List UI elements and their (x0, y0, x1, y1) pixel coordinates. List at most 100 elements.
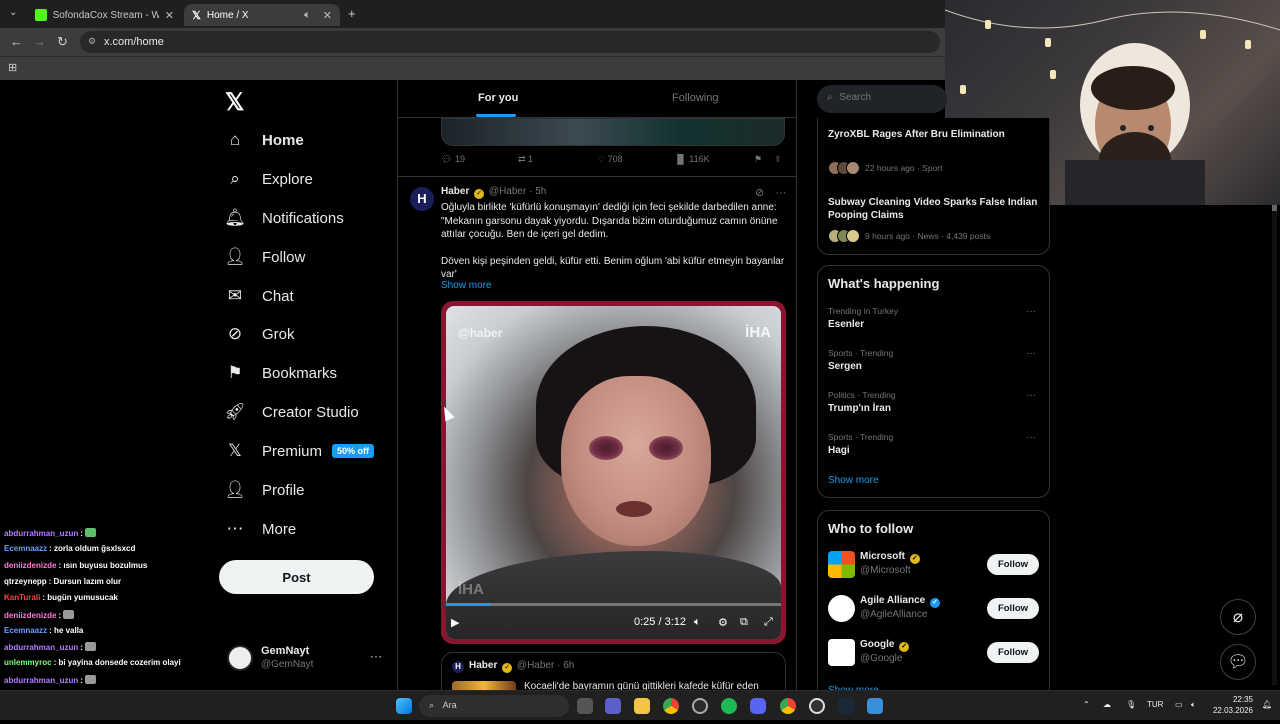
chrome-icon[interactable] (780, 698, 796, 714)
volume-icon[interactable]: 🔈︎ (694, 616, 701, 629)
tweet-author-name[interactable]: Haber (441, 186, 469, 197)
chrome-icon[interactable] (663, 698, 679, 714)
tweet-thumbnail[interactable] (452, 681, 516, 690)
tab-close-icon[interactable]: ✕ (165, 9, 174, 22)
more-dots-icon[interactable]: ··· (370, 649, 382, 663)
speaker-icon[interactable]: 🔈︎ (304, 9, 311, 22)
views-button[interactable]: ▐▌ 116K (674, 154, 710, 164)
clock[interactable]: 22:35 22.03.2026 (1211, 694, 1253, 716)
more-dots-icon[interactable]: ··· (1026, 432, 1036, 443)
sidebar-item-follow[interactable]: 👤︎ Follow (224, 245, 305, 269)
settings-icon[interactable]: ⚙︎ (718, 616, 728, 629)
news-item-title[interactable]: Subway Cleaning Video Sparks False India… (828, 196, 1038, 222)
file-explorer-icon[interactable] (634, 698, 650, 714)
mic-icon[interactable]: 🎙︎ (1126, 700, 1136, 709)
app-icon[interactable] (867, 698, 883, 714)
sidebar-item-bookmarks[interactable]: ⚑ Bookmarks (224, 361, 337, 385)
follow-button[interactable]: Follow (987, 598, 1039, 619)
windows-start-icon[interactable] (396, 698, 412, 714)
fullscreen-icon[interactable]: ⤢ (764, 616, 773, 629)
sidebar-item-premium[interactable]: 𝕏 Premium 50% off (224, 439, 375, 463)
trend-name[interactable]: Hagi (828, 445, 850, 456)
app-icon[interactable] (692, 698, 708, 714)
tray-overflow-icon[interactable]: ⌃ (1083, 700, 1090, 709)
avatar[interactable]: H (452, 661, 464, 673)
tweet-author-name[interactable]: Haber (469, 660, 497, 671)
tab-following[interactable]: Following (672, 92, 718, 104)
tab-for-you[interactable]: For you (478, 92, 518, 104)
x-logo-icon[interactable]: 𝕏 (225, 88, 244, 117)
show-more-link[interactable]: Show more (441, 280, 492, 291)
share-icon[interactable]: ⇪ (774, 154, 782, 165)
tweet-card[interactable]: H Haber ✓ @Haber · 6h Kocaeli'de bayramı… (441, 652, 786, 690)
account-switcher[interactable]: GemNayt @GemNayt ··· (227, 645, 387, 673)
tweet-author-handle[interactable]: @Haber (517, 660, 554, 671)
follow-button[interactable]: Follow (987, 642, 1039, 663)
post-button[interactable]: Post (219, 560, 374, 594)
like-button[interactable]: ♡ 708 (597, 154, 623, 165)
show-more-link[interactable]: Show more (828, 475, 879, 486)
more-dots-icon[interactable]: ··· (1026, 348, 1036, 359)
sidebar-item-notifications[interactable]: 🔔︎ Notifications (224, 206, 344, 230)
reload-icon[interactable]: ↻ (57, 34, 68, 50)
tab-x-home[interactable]: 𝕏 Home / X 🔈︎ ✕ (184, 4, 340, 26)
notification-icon[interactable]: 🔔︎ (1262, 700, 1272, 709)
pip-icon[interactable]: ⧉ (740, 616, 748, 629)
site-info-icon[interactable]: ⚙︎ (88, 36, 96, 47)
trend-name[interactable]: Esenler (828, 319, 864, 330)
tweet-time[interactable]: 5h (535, 186, 546, 197)
avatar[interactable] (828, 595, 855, 622)
taskbar-search[interactable]: ⌕ Ara (419, 695, 569, 717)
news-item-title[interactable]: ZyroXBL Rages After Bru Elimination (828, 128, 1038, 141)
task-view-icon[interactable] (577, 698, 593, 714)
discord-icon[interactable] (750, 698, 766, 714)
trend-name[interactable]: Trump'ın İran (828, 403, 891, 414)
tab-list-icon[interactable]: ⌄ (9, 7, 17, 18)
apps-grid-icon[interactable]: ⊞ (8, 61, 17, 74)
media-player-icon[interactable] (809, 698, 825, 714)
scrollbar[interactable] (1272, 205, 1277, 685)
cloud-icon[interactable]: ☁︎ (1103, 700, 1111, 709)
avatar[interactable] (828, 551, 855, 578)
input-language[interactable]: TUR (1147, 700, 1163, 709)
forward-icon[interactable]: → (33, 34, 46, 49)
sidebar-item-more[interactable]: ⋯ More (224, 517, 297, 541)
volume-icon[interactable]: 🔈︎ (1191, 700, 1196, 710)
follow-suggestion-name[interactable]: Microsoft ✓ (860, 551, 922, 564)
sidebar-item-explore[interactable]: ⌕ Explore (224, 167, 313, 191)
follow-button[interactable]: Follow (987, 554, 1039, 575)
network-icon[interactable]: ▭ (1175, 700, 1183, 709)
sidebar-item-grok[interactable]: ⊘ Grok (224, 322, 295, 346)
previous-tweet-media[interactable] (441, 118, 785, 146)
search-input[interactable]: ⌕ Search (817, 85, 947, 113)
follow-suggestion-name[interactable]: Google ✓ (860, 639, 911, 652)
more-dots-icon[interactable]: ··· (1026, 390, 1036, 401)
video-player[interactable]: @haber İHA İHA ▶ 0:25 / 3:12 🔈︎ ⚙︎ ⧉ ⤢ (441, 301, 786, 644)
avatar[interactable] (828, 639, 855, 666)
grok-icon[interactable]: ⌀ (1220, 599, 1256, 635)
follow-suggestion-name[interactable]: Agile Alliance ✓ (860, 595, 942, 608)
video-progress-bar[interactable] (446, 603, 781, 606)
url-input[interactable]: ⚙︎ x.com/home (80, 31, 940, 53)
video-frame[interactable]: @haber İHA İHA ▶ 0:25 / 3:12 🔈︎ ⚙︎ ⧉ ⤢ (446, 306, 781, 639)
sidebar-item-profile[interactable]: 👤︎ Profile (224, 478, 304, 502)
back-icon[interactable]: ← (10, 34, 23, 49)
more-dots-icon[interactable]: ··· (1026, 306, 1036, 317)
spotify-icon[interactable] (721, 698, 737, 714)
avatar[interactable]: H (410, 187, 434, 211)
grok-icon[interactable]: ⊘ (755, 187, 764, 199)
repost-button[interactable]: ⇄ 1 (518, 154, 533, 165)
sidebar-item-creator-studio[interactable]: 🚀︎ Creator Studio (224, 400, 359, 424)
play-icon[interactable]: ▶ (451, 616, 459, 629)
tweet-time[interactable]: 6h (563, 660, 574, 671)
store-icon[interactable] (605, 698, 621, 714)
reply-button[interactable]: 💬︎ 19 (441, 154, 465, 165)
tab-stream[interactable]: SofondaCox Stream - Watch Li... ✕ (27, 4, 182, 26)
bookmark-icon[interactable]: ⚑ (754, 154, 762, 165)
steam-icon[interactable] (838, 698, 854, 714)
trend-name[interactable]: Sergen (828, 361, 862, 372)
tweet-author-handle[interactable]: @Haber (489, 186, 526, 197)
tab-close-icon[interactable]: ✕ (323, 9, 332, 22)
new-tab-button[interactable]: + (348, 6, 356, 21)
sidebar-item-home[interactable]: ⌂ Home (224, 128, 304, 152)
